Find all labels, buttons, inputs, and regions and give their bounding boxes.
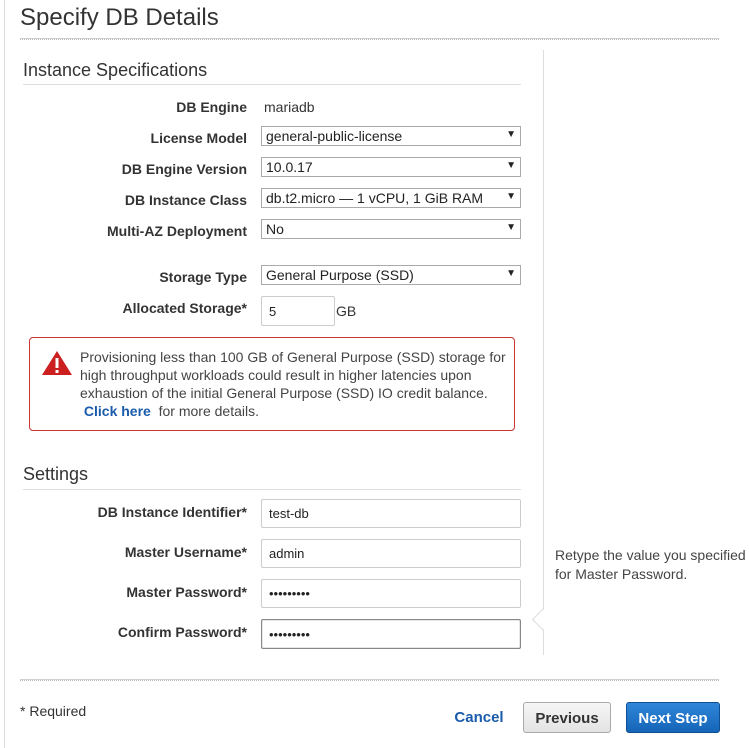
alert-details-link[interactable]: Click here: [84, 403, 151, 419]
db-engine-value: mariadb: [264, 99, 315, 115]
multi-az-label: Multi-AZ Deployment: [107, 223, 247, 239]
alert-message: Provisioning less than 100 GB of General…: [80, 348, 510, 420]
instance-specs-title: Instance Specifications: [23, 60, 208, 80]
allocated-storage-input[interactable]: [261, 296, 335, 326]
settings-title: Settings: [23, 464, 89, 484]
storage-type-label: Storage Type: [159, 269, 247, 285]
page-left-border: [4, 0, 5, 748]
alert-link-suffix: for more details.: [158, 403, 259, 419]
confirm-password-label: Confirm Password*: [117, 624, 247, 640]
help-column-divider: [543, 50, 544, 655]
master-username-input[interactable]: [261, 539, 521, 568]
dropdown-arrow-icon: ▼: [506, 222, 516, 233]
master-password-input[interactable]: [261, 579, 521, 608]
license-model-value: general-public-license: [266, 128, 403, 144]
engine-version-value: 10.0.17: [266, 159, 313, 175]
confirm-password-input[interactable]: [261, 619, 521, 649]
footer-divider: [20, 679, 719, 681]
multi-az-value: No: [266, 221, 284, 237]
engine-version-select[interactable]: 10.0.17 ▼: [261, 157, 521, 177]
storage-warning-alert: Provisioning less than 100 GB of General…: [29, 337, 515, 431]
dropdown-arrow-icon: ▼: [506, 191, 516, 202]
cancel-button[interactable]: Cancel: [444, 702, 514, 732]
license-model-label: License Model: [150, 130, 247, 146]
dropdown-arrow-icon: ▼: [506, 160, 516, 171]
instance-class-value: db.t2.micro — 1 vCPU, 1 GiB RAM: [266, 190, 484, 206]
db-engine-label: DB Engine: [176, 99, 247, 115]
confirm-password-help: Retype the value you specified for Maste…: [555, 547, 746, 582]
multi-az-select[interactable]: No ▼: [261, 219, 521, 239]
storage-type-select[interactable]: General Purpose (SSD) ▼: [261, 265, 521, 285]
warning-triangle-icon: [42, 351, 72, 375]
dropdown-arrow-icon: ▼: [506, 268, 516, 279]
instance-identifier-label: DB Instance Identifier*: [97, 504, 247, 520]
storage-type-value: General Purpose (SSD): [266, 267, 414, 283]
instance-identifier-input[interactable]: [261, 499, 521, 528]
master-password-label: Master Password*: [126, 584, 247, 600]
previous-button[interactable]: Previous: [523, 702, 611, 733]
next-step-button[interactable]: Next Step: [626, 702, 720, 733]
dropdown-arrow-icon: ▼: [506, 129, 516, 140]
instance-class-select[interactable]: db.t2.micro — 1 vCPU, 1 GiB RAM ▼: [261, 188, 521, 208]
master-username-label: Master Username*: [124, 544, 247, 560]
required-note: * Required: [20, 703, 87, 719]
allocated-storage-label: Allocated Storage*: [122, 300, 247, 316]
engine-version-label: DB Engine Version: [121, 161, 247, 177]
alert-text: Provisioning less than 100 GB of General…: [80, 349, 506, 401]
instance-specs-divider: [23, 84, 521, 85]
allocated-storage-unit: GB: [336, 303, 357, 319]
title-divider: [20, 38, 719, 40]
help-callout-pointer: [531, 608, 554, 631]
instance-class-label: DB Instance Class: [124, 192, 247, 208]
settings-divider: [23, 489, 521, 490]
page-title: Specify DB Details: [20, 4, 219, 31]
license-model-select[interactable]: general-public-license ▼: [261, 126, 521, 146]
